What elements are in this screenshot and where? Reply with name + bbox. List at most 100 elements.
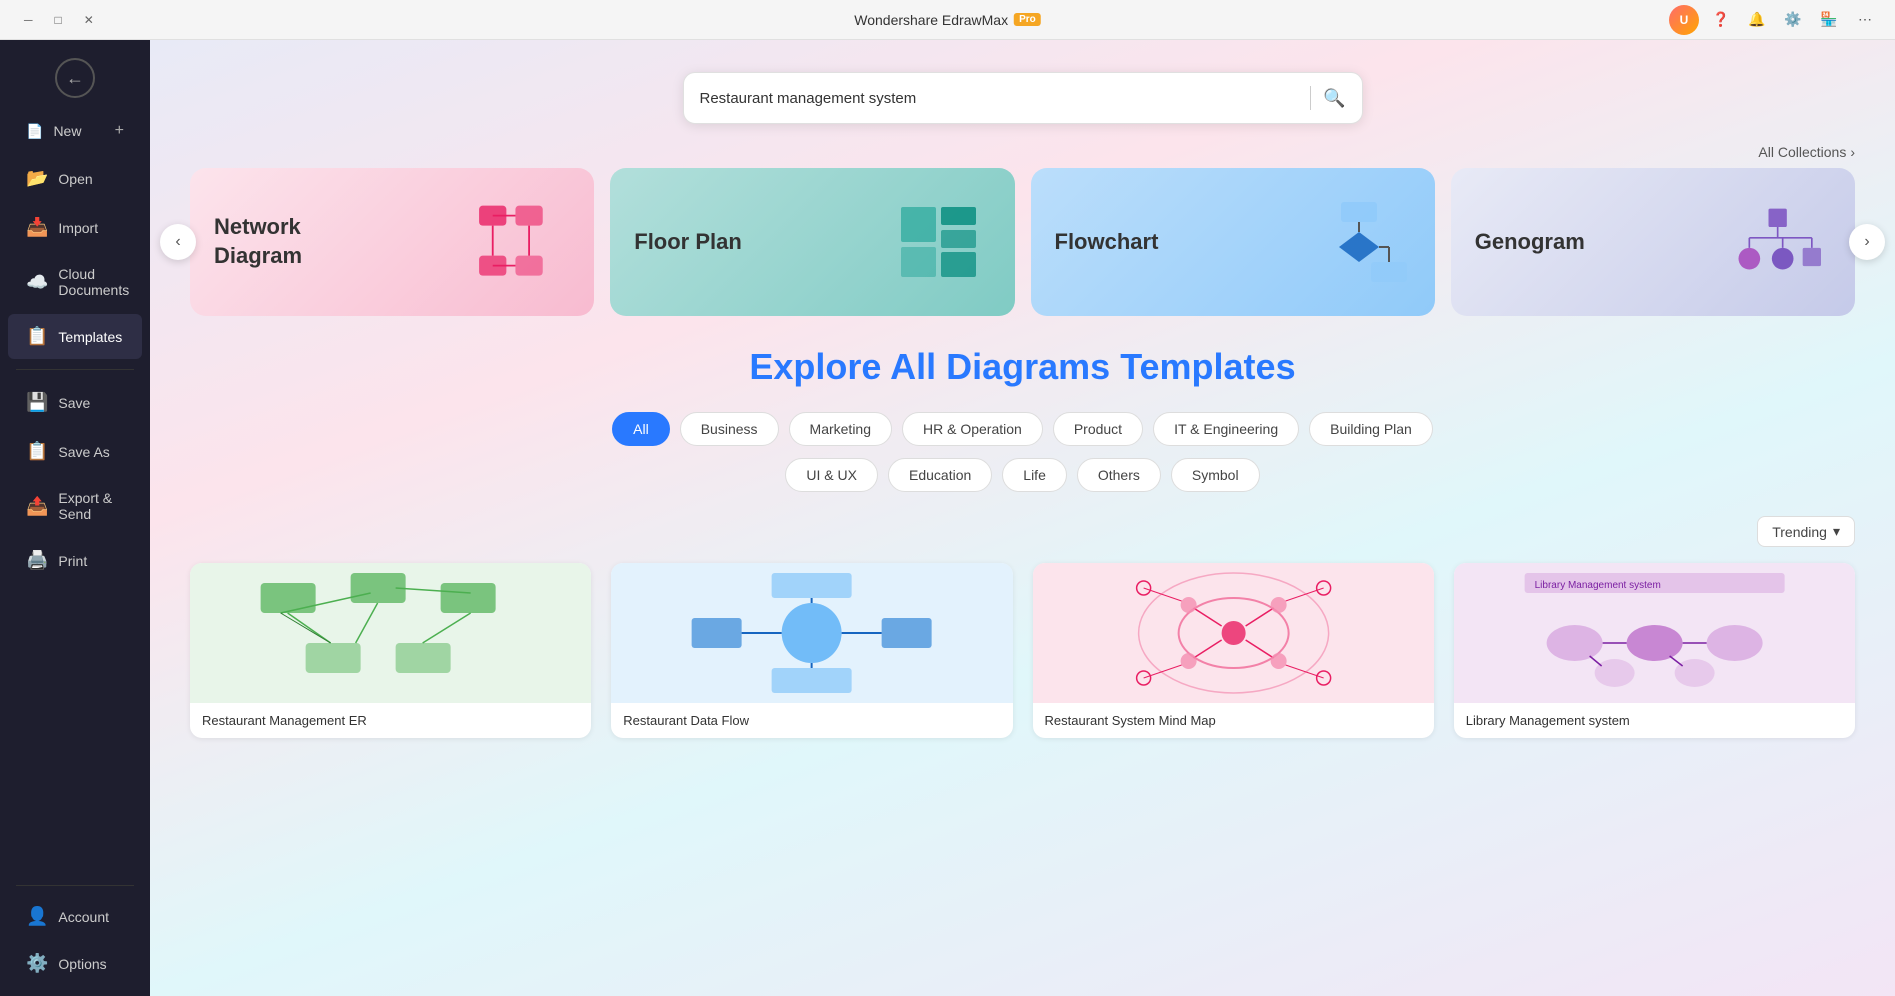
all-collections-link[interactable]: All Collections › [1758,144,1855,160]
account-icon: 👤 [26,906,48,927]
svg-text:Library Management system: Library Management system [1534,580,1660,591]
titlebar-actions: U ❓ 🔔 ⚙️ 🏪 ⋯ [1669,5,1879,35]
carousel-card-floorplan[interactable]: Floor Plan [610,168,1014,316]
save-label: Save [58,395,90,411]
sort-label: Trending [1772,524,1827,540]
minimize-button[interactable]: ─ [16,13,41,27]
app-body: ← 📄 New + 📂 Open 📥 Import ☁️ Cloud Docum… [0,40,1895,996]
carousel-label-genogram: Genogram [1475,229,1585,255]
template-grid: Restaurant Management ER [190,563,1855,738]
templates-icon: 📋 [26,326,48,347]
saveas-label: Save As [58,444,109,460]
carousel-next-button[interactable]: › [1849,224,1885,260]
template-card-2[interactable]: Restaurant Data Flow [611,563,1012,738]
export-label: Export & Send [58,490,124,522]
template-card-1[interactable]: Restaurant Management ER [190,563,591,738]
cloud-icon: ☁️ [26,272,48,293]
app-name: Wondershare EdrawMax [854,12,1008,28]
chevron-down-icon: ▾ [1833,523,1840,540]
filter-tab-life[interactable]: Life [1002,458,1067,492]
filter-tab-it[interactable]: IT & Engineering [1153,412,1299,446]
save-icon: 💾 [26,392,48,413]
search-area: 🔍 [150,40,1895,144]
sidebar-bottom: 👤 Account ⚙️ Options [0,877,150,988]
search-box: 🔍 [683,72,1363,124]
filter-tab-ui[interactable]: UI & UX [785,458,878,492]
settings-icon[interactable]: ⚙️ [1779,6,1807,34]
filter-tabs-row1: All Business Marketing HR & Operation Pr… [190,412,1855,446]
pro-badge: Pro [1014,13,1041,26]
help-icon[interactable]: ❓ [1707,6,1735,34]
genogram-icon [1731,192,1831,292]
sort-dropdown[interactable]: Trending ▾ [1757,516,1855,547]
print-label: Print [58,553,87,569]
sidebar-item-saveas[interactable]: 📋 Save As [8,429,142,474]
search-divider [1310,86,1311,110]
sidebar-item-print[interactable]: 🖨️ Print [8,538,142,583]
import-label: Import [58,220,98,236]
carousel-prev-button[interactable]: ‹ [160,224,196,260]
all-collections-label: All Collections [1758,144,1846,160]
filter-tabs-row2: UI & UX Education Life Others Symbol [190,458,1855,492]
template-title-4: Library Management system [1454,703,1855,738]
template-title-3: Restaurant System Mind Map [1033,703,1434,738]
avatar[interactable]: U [1669,5,1699,35]
filter-tab-all[interactable]: All [612,412,670,446]
filter-tab-others[interactable]: Others [1077,458,1161,492]
saveas-icon: 📋 [26,441,48,462]
filter-tab-symbol[interactable]: Symbol [1171,458,1260,492]
carousel-card-genogram[interactable]: Genogram [1451,168,1855,316]
sidebar-item-save[interactable]: 💾 Save [8,380,142,425]
search-input[interactable] [700,90,1299,107]
filter-tab-education[interactable]: Education [888,458,992,492]
store-icon[interactable]: 🏪 [1815,6,1843,34]
more-icon[interactable]: ⋯ [1851,6,1879,34]
template-card-3[interactable]: Restaurant System Mind Map [1033,563,1434,738]
sidebar-divider-bottom [16,885,134,886]
maximize-button[interactable]: □ [47,13,70,27]
filter-tab-business[interactable]: Business [680,412,779,446]
close-button[interactable]: ✕ [76,13,102,27]
carousel-card-flowchart[interactable]: Flowchart [1031,168,1435,316]
back-button[interactable]: ← [0,48,150,108]
main-content: 🔍 All Collections › ‹ NetworkDiagram [150,40,1895,996]
new-icon: 📄 [26,123,43,140]
carousel-items: NetworkDiagram [190,168,1855,316]
search-button[interactable]: 🔍 [1323,88,1345,109]
network-diagram-icon [470,192,570,292]
sidebar-item-options[interactable]: ⚙️ Options [8,941,142,986]
sidebar-item-export[interactable]: 📤 Export & Send [8,478,142,534]
sidebar-item-open[interactable]: 📂 Open [8,156,142,201]
export-icon: 📤 [26,496,48,517]
carousel-label-flowchart: Flowchart [1055,229,1159,255]
sidebar-divider [16,369,134,370]
account-label: Account [58,909,109,925]
template-card-4[interactable]: Library Management system Libra [1454,563,1855,738]
carousel-card-network[interactable]: NetworkDiagram [190,168,594,316]
sidebar-item-cloud[interactable]: ☁️ Cloud Documents [8,254,142,310]
filter-tab-product[interactable]: Product [1053,412,1143,446]
floorplan-icon [891,192,991,292]
chevron-right-icon: › [1850,144,1855,160]
sidebar-item-templates[interactable]: 📋 Templates [8,314,142,359]
options-icon: ⚙️ [26,953,48,974]
filter-tab-hr[interactable]: HR & Operation [902,412,1043,446]
templates-label: Templates [58,329,122,345]
sidebar-item-account[interactable]: 👤 Account [8,894,142,939]
carousel-area: ‹ NetworkDiagram [150,168,1895,316]
import-icon: 📥 [26,217,48,238]
back-arrow-icon: ← [55,58,95,98]
carousel-label-floorplan: Floor Plan [634,228,742,257]
sidebar-item-import[interactable]: 📥 Import [8,205,142,250]
template-thumb-3 [1033,563,1434,703]
filter-tab-marketing[interactable]: Marketing [789,412,892,446]
notification-icon[interactable]: 🔔 [1743,6,1771,34]
cloud-label: Cloud Documents [58,266,129,298]
sidebar-item-new[interactable]: 📄 New + [8,110,142,152]
template-thumb-2 [611,563,1012,703]
open-icon: 📂 [26,168,48,189]
filter-tab-building[interactable]: Building Plan [1309,412,1433,446]
print-icon: 🖨️ [26,550,48,571]
sort-bar: Trending ▾ [190,516,1855,547]
plus-icon: + [115,122,124,140]
